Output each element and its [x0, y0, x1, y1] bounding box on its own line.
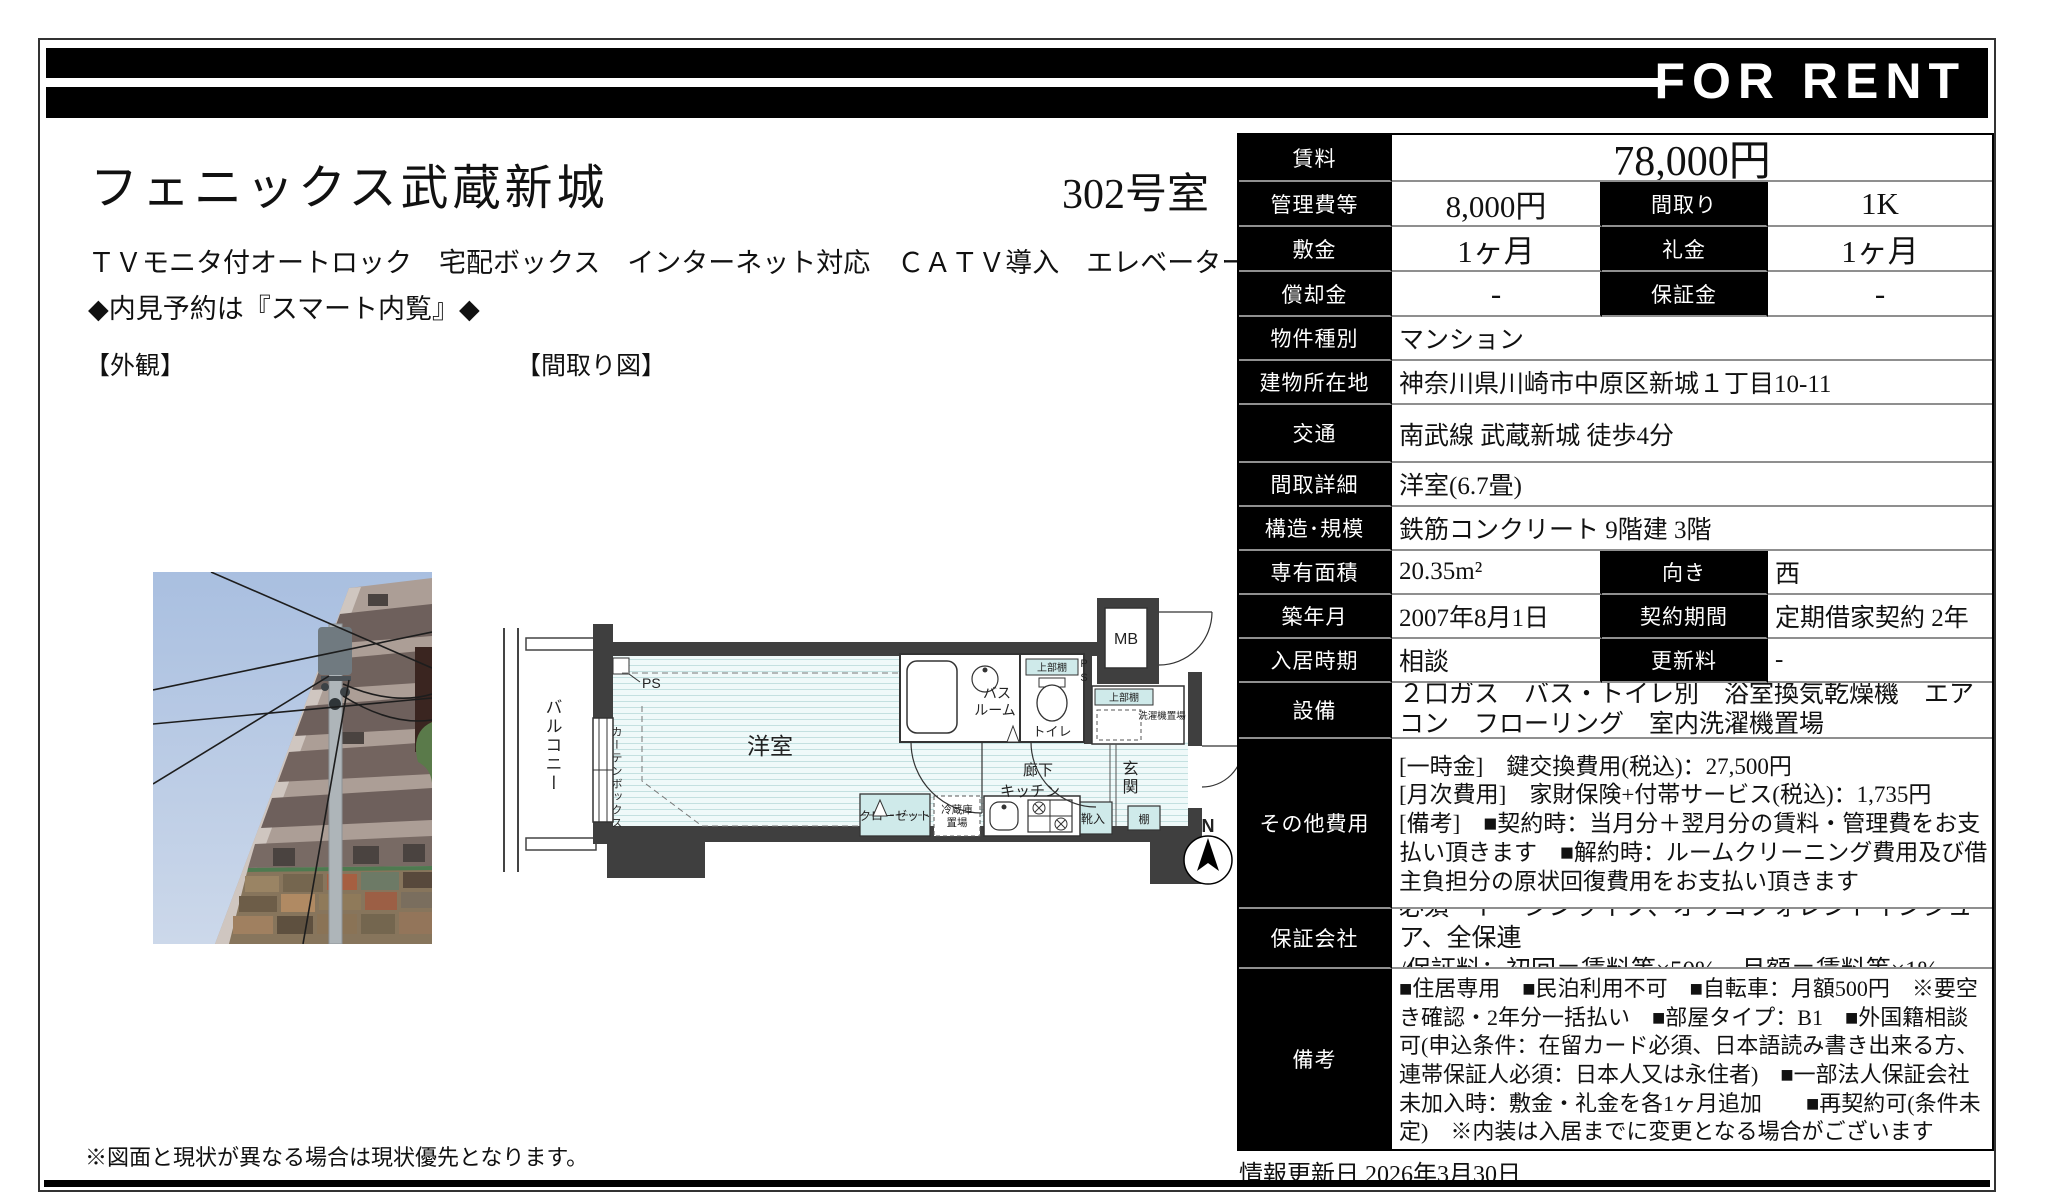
other-costs-value: [一時金] 鍵交換費用(税込)：27,500円 [月次費用] 家財保険+付帯サー…	[1392, 739, 1992, 909]
guarantor-label: 保証会社	[1239, 909, 1392, 969]
key-money-value: 1ヶ月	[1768, 227, 1992, 272]
rent-label: 賃料	[1239, 135, 1392, 182]
deposit-label: 敷金	[1239, 227, 1392, 272]
guarantee-money-label: 保証金	[1602, 272, 1768, 317]
area-value: 20.35m²	[1392, 551, 1602, 595]
move-in-label: 入居時期	[1239, 639, 1392, 683]
floorplan-figure: バルコニー カーテンボックス	[490, 576, 1245, 911]
move-in-value: 相談	[1392, 639, 1602, 683]
floorplan-label-mb: MB	[1114, 631, 1138, 648]
floorplan-label-upper-shelf-2: 上部棚	[1109, 691, 1139, 704]
exterior-section-label: 【外観】	[85, 346, 185, 382]
layout-label: 間取り	[1602, 182, 1768, 227]
property-features: ＴＶモニタ付オートロック 宅配ボックス インターネット対応 ＣＡＴＶ導入 エレベ…	[88, 240, 1248, 332]
other-costs-label: その他費用	[1239, 739, 1392, 909]
floorplan-section-label: 【間取り図】	[516, 346, 666, 382]
facing-value: 西	[1768, 551, 1992, 595]
layout-detail-value: 洋室(6.7畳)	[1392, 463, 1992, 507]
access-label: 交通	[1239, 405, 1392, 463]
property-type-label: 物件種別	[1239, 317, 1392, 361]
for-rent-title: FOR RENT	[1654, 52, 1966, 110]
floorplan-label-ps: PS	[642, 675, 661, 691]
structure-value: 鉄筋コンクリート 9階建 3階	[1392, 507, 1992, 551]
floorplan-label-fridge-1: 冷蔵庫	[941, 803, 973, 816]
features-line-2: ◆内見予約は『スマート内覧』◆	[88, 286, 1248, 332]
floorplan-label-balcony: バルコニー	[543, 698, 562, 793]
floorplan-label-washer: 洗濯機置場	[1138, 710, 1186, 722]
floorplan-label-closet: クローゼット	[859, 809, 931, 823]
floorplan-label-fridge-2: 置場	[947, 816, 968, 829]
remarks-value: ■住居専用 ■民泊利用不可 ■自転車：月額500円 ※要空き確認・2年分一括払い…	[1392, 969, 1992, 1149]
floorplan-label-ps-shaft: PS	[1078, 658, 1090, 686]
floorplan-label-toilet: トイレ	[1032, 724, 1071, 739]
floorplan-label-upper-shelf-1: 上部棚	[1037, 661, 1067, 674]
flyer-page: FOR RENT フェニックス武蔵新城 302号室 ＴＶモニタ付オートロック 宅…	[38, 38, 1996, 1192]
floorplan-label-bath-1: バス	[983, 685, 1011, 701]
property-details-table: 賃料 78,000円 管理費等 8,000円 間取り 1K 敷金 1ヶ月 礼金 …	[1237, 133, 1994, 1151]
floorplan-label-kitchen: キッチン	[1000, 783, 1060, 800]
equipment-value: ２口ガス バス・トイレ別 浴室換気乾燥機 エアコン フローリング 室内洗濯機置場	[1392, 683, 1992, 739]
floorplan-label-bath-2: ルーム	[974, 702, 1016, 718]
top-banner: FOR RENT	[46, 48, 1988, 118]
renewal-fee-label: 更新料	[1602, 639, 1768, 683]
layout-detail-label: 間取詳細	[1239, 463, 1392, 507]
floorplan-label-shelf: 棚	[1139, 812, 1150, 826]
address-label: 建物所在地	[1239, 361, 1392, 405]
contract-period-value: 定期借家契約 2年	[1768, 595, 1992, 639]
toilet-icon	[1037, 685, 1067, 721]
floorplan-label-curtain-box: カーテンボックス	[610, 726, 623, 830]
features-line-1: ＴＶモニタ付オートロック 宅配ボックス インターネット対応 ＣＡＴＶ導入 エレベ…	[88, 240, 1248, 286]
bottom-rule	[44, 1180, 1990, 1187]
bathtub-icon	[907, 661, 957, 733]
built-date-value: 2007年8月1日	[1392, 595, 1602, 639]
disclaimer-note: ※図面と現状が異なる場合は現状優先となります。	[85, 1140, 588, 1172]
mgmt-fee-value: 8,000円	[1392, 182, 1602, 227]
contract-period-label: 契約期間	[1602, 595, 1768, 639]
banner-divider-line	[46, 78, 1664, 87]
floorplan-label-shoe-box: 靴入	[1081, 812, 1105, 826]
amortization-label: 償却金	[1239, 272, 1392, 317]
room-number: 302号室	[1062, 160, 1209, 221]
mgmt-fee-label: 管理費等	[1239, 182, 1392, 227]
built-date-label: 築年月	[1239, 595, 1392, 639]
floorplan-label-room: 洋室	[747, 733, 793, 759]
remarks-label: 備考	[1239, 969, 1392, 1149]
key-money-label: 礼金	[1602, 227, 1768, 272]
facing-label: 向き	[1602, 551, 1768, 595]
deposit-value: 1ヶ月	[1392, 227, 1602, 272]
floorplan-label-entrance: 玄関	[1120, 760, 1139, 796]
guarantee-money-value: -	[1768, 272, 1992, 317]
address-value: 神奈川県川崎市中原区新城１丁目10-11	[1392, 361, 1992, 405]
area-label: 専有面積	[1239, 551, 1392, 595]
renewal-fee-value: -	[1768, 639, 1992, 683]
exterior-photo	[153, 572, 432, 944]
guarantor-value: 必須 トーシンライフ、オリコフォレントインシュア、全保連 /保証料：初回＝賃料等…	[1392, 909, 1992, 969]
layout-value: 1K	[1768, 182, 1992, 227]
amortization-value: -	[1392, 272, 1602, 317]
kitchen-counter	[984, 796, 1080, 836]
equipment-label: 設備	[1239, 683, 1392, 739]
compass-north-label: N	[1202, 816, 1215, 836]
fridge-space	[934, 796, 980, 836]
property-type-value: マンション	[1392, 317, 1992, 361]
access-value: 南武線 武蔵新城 徒歩4分	[1392, 405, 1992, 463]
structure-label: 構造･規模	[1239, 507, 1392, 551]
property-name: フェニックス武蔵新城	[90, 148, 609, 218]
rent-value: 78,000円	[1392, 135, 1992, 182]
compass	[1184, 836, 1232, 884]
